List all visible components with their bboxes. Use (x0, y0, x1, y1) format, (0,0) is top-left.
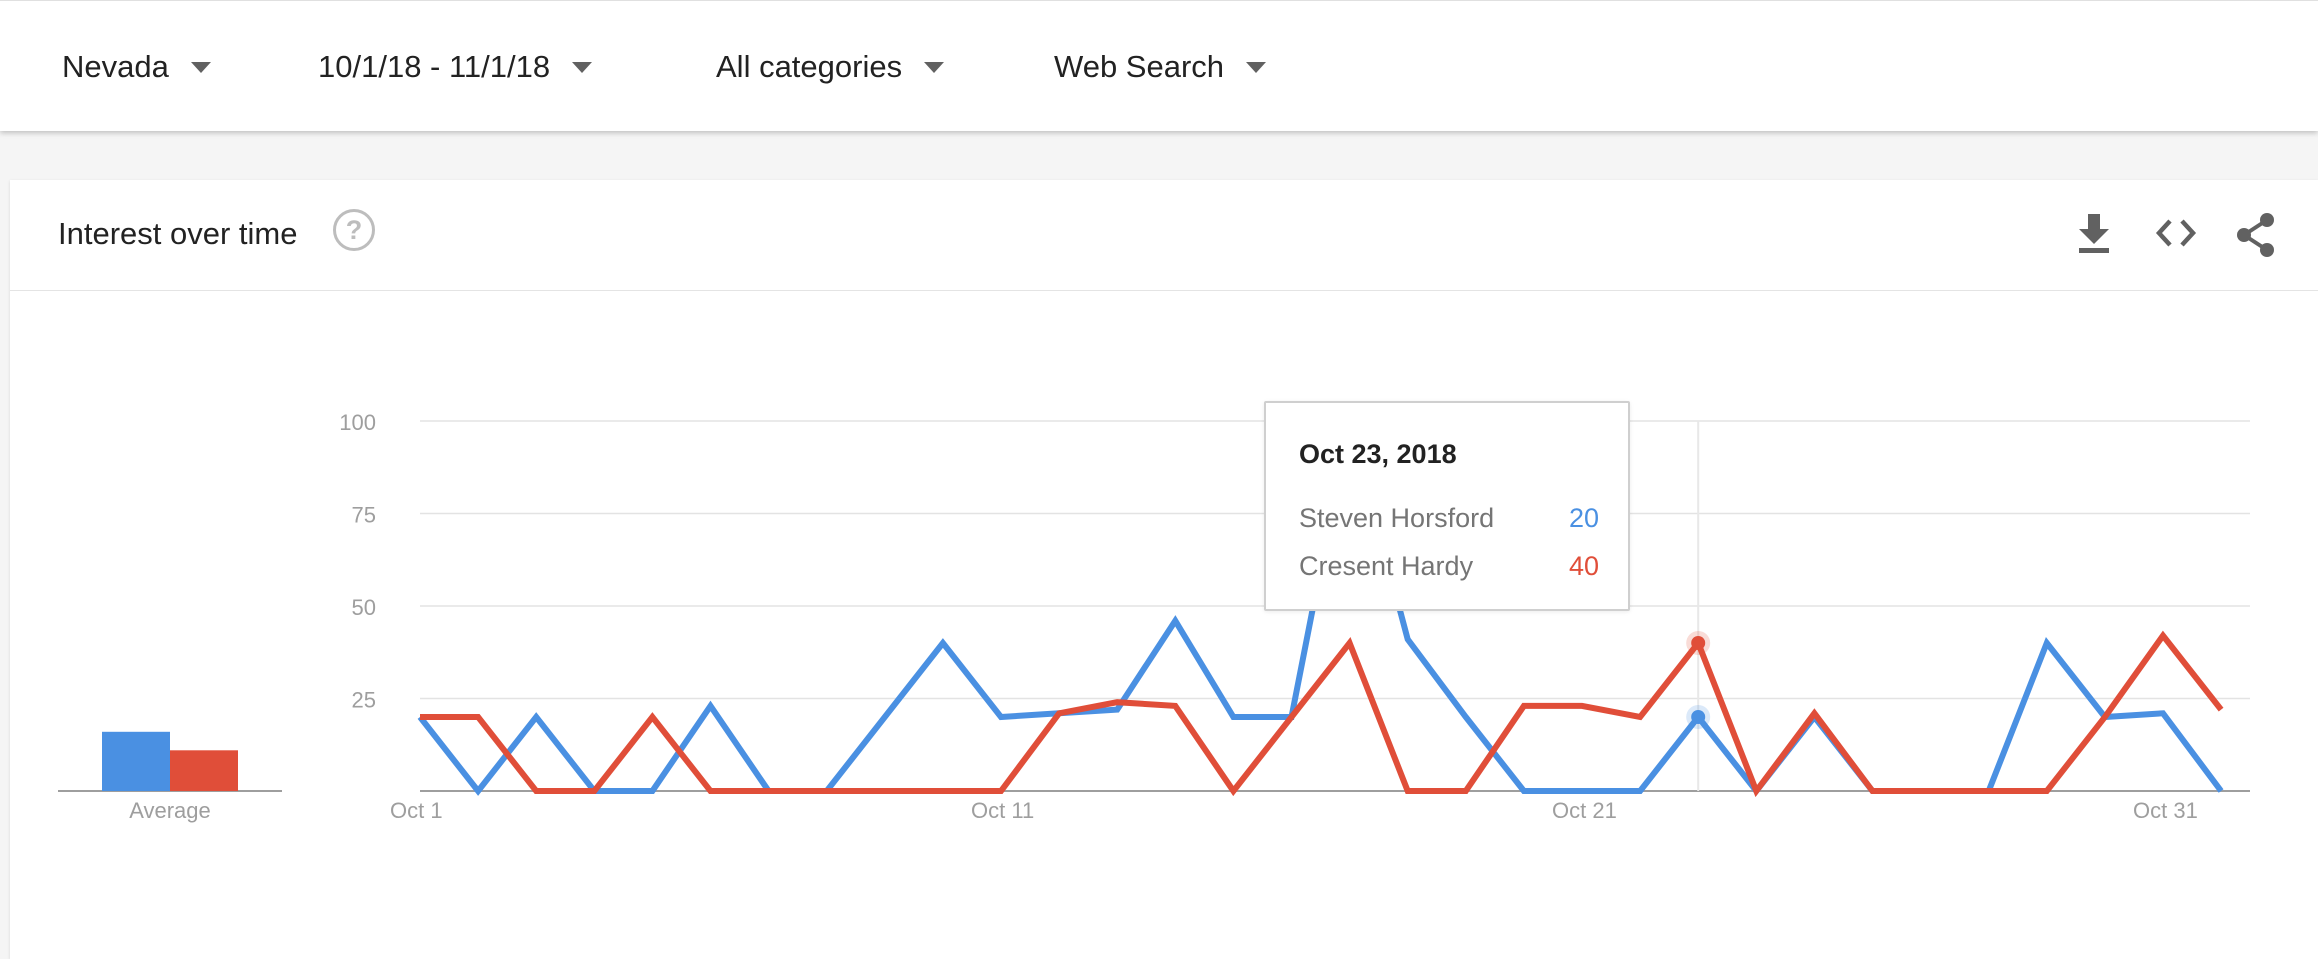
series-line-cresent-hardy (420, 630, 2224, 798)
hover-point (1691, 636, 1706, 650)
x-tick-label: Oct 31 (2133, 798, 2198, 823)
y-tick-label: 100 (339, 410, 376, 435)
interest-chart: 100 75 50 25 Oct 1 Oct 11 Oct 21 Oct 31 Average (58, 407, 2250, 823)
x-tick-label: Oct 1 (390, 798, 443, 823)
average-bar (170, 750, 238, 791)
average-label: Average (129, 798, 211, 823)
y-tick-label: 50 (352, 595, 376, 620)
y-tick-label: 75 (352, 503, 376, 528)
y-tick-label: 25 (352, 688, 376, 713)
chart-tooltip: Oct 23, 2018 Steven Horsford 20 Cresent … (1264, 401, 1630, 611)
tooltip-series-name: Steven Horsford (1299, 503, 1495, 533)
tooltip-series-value: 40 (1568, 551, 1599, 581)
tooltip-date: Oct 23, 2018 (1299, 439, 1457, 469)
x-tick-label: Oct 11 (971, 798, 1034, 823)
tooltip-series-name: Cresent Hardy (1299, 551, 1474, 581)
tooltip-row: Steven Horsford 20 (1299, 503, 1599, 534)
average-bar (102, 731, 170, 791)
x-tick-label: Oct 21 (1552, 798, 1617, 823)
tooltip-row: Cresent Hardy 40 (1299, 551, 1599, 582)
tooltip-series-value: 20 (1568, 503, 1599, 533)
hover-point (1691, 710, 1706, 724)
